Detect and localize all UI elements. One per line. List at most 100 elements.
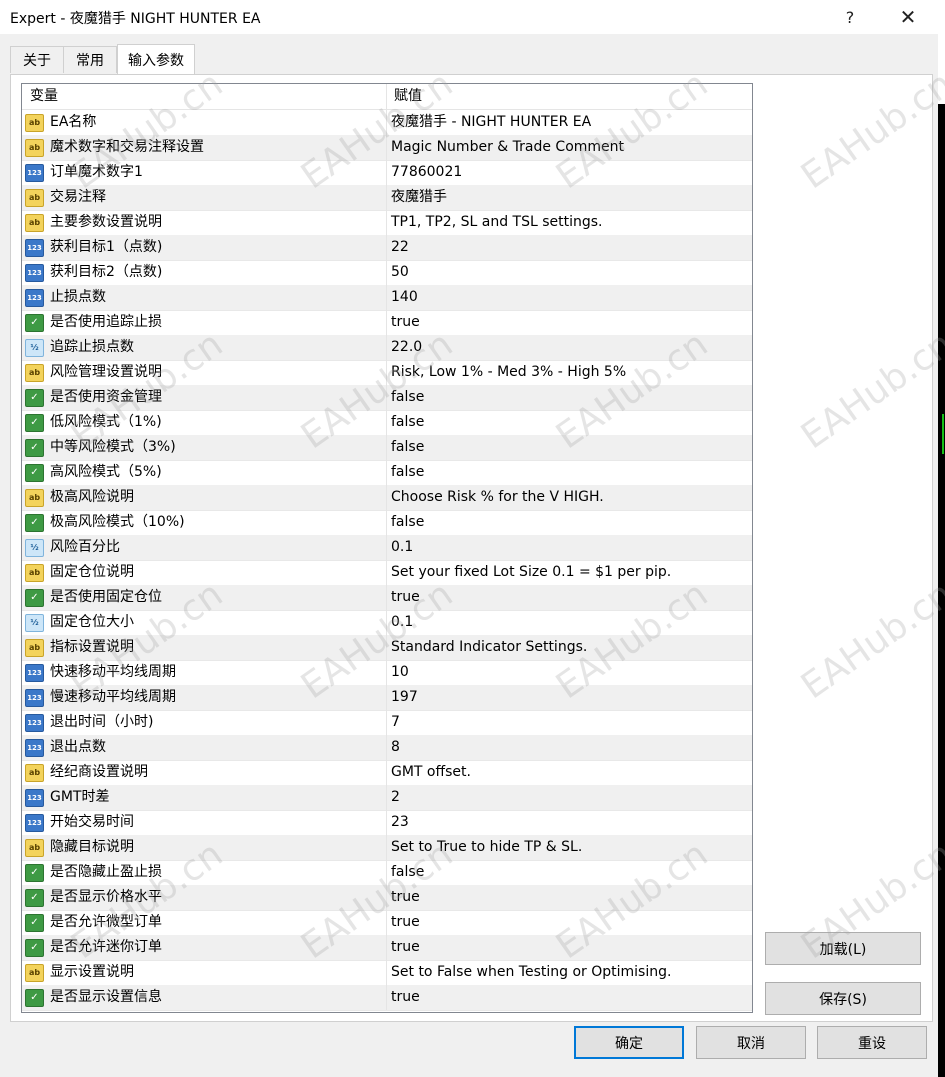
parameter-row[interactable]: ab 风险管理设置说明 Risk, Low 1% - Med 3% - High 5… [22,360,752,386]
parameter-value[interactable]: true [391,885,420,910]
parameter-value[interactable]: 夜魔猎手 [391,185,447,210]
parameter-name: 指标设置说明 [50,639,134,655]
parameters-grid[interactable]: 变量 赋值 ab EA名称 夜魔猎手 - NIGHT HUNTER EA ab 魔术数… [21,83,753,1013]
parameter-row[interactable]: ab 经纪商设置说明 GMT offset. [22,760,752,786]
parameter-value[interactable]: 10 [391,660,409,685]
parameter-row[interactable]: 123 订单魔术数字1 77860021 [22,160,752,186]
parameter-row[interactable]: ab 显示设置说明 Set to False when Testing or Opt… [22,960,752,986]
integer-type-icon: 123 [25,264,44,282]
load-button[interactable]: 加载(L) [765,932,921,965]
parameter-value[interactable]: false [391,435,424,460]
parameter-value[interactable]: 8 [391,735,400,760]
parameter-row[interactable]: ab 指标设置说明 Standard Indicator Settings. [22,635,752,661]
parameter-value[interactable]: Set your fixed Lot Size 0.1 = $1 per pip… [391,560,671,585]
column-header-variable[interactable]: 变量 [30,84,58,109]
parameter-value[interactable]: GMT offset. [391,760,471,785]
parameter-value[interactable]: Risk, Low 1% - Med 3% - High 5% [391,360,626,385]
parameter-value[interactable]: true [391,985,420,1010]
parameter-row[interactable]: ✓ 是否允许迷你订单 true [22,935,752,961]
parameter-name: 是否隐藏止盈止损 [50,864,162,880]
boolean-type-icon: ✓ [25,439,44,457]
parameter-row[interactable]: ab 交易注释 夜魔猎手 [22,185,752,211]
parameter-row[interactable]: ✓ 高风险模式（5%) false [22,460,752,486]
boolean-type-icon: ✓ [25,989,44,1007]
help-button[interactable]: ? [830,4,870,30]
parameter-row[interactable]: ✓ 是否使用资金管理 false [22,385,752,411]
parameter-row[interactable]: ab EA名称 夜魔猎手 - NIGHT HUNTER EA [22,110,752,136]
parameter-row[interactable]: 123 止损点数 140 [22,285,752,311]
save-button[interactable]: 保存(S) [765,982,921,1015]
grid-header: 变量 赋值 [22,84,752,110]
parameter-value[interactable]: 7 [391,710,400,735]
parameter-row[interactable]: ½ 固定仓位大小 0.1 [22,610,752,636]
parameter-value[interactable]: Magic Number & Trade Comment [391,135,624,160]
parameter-value[interactable]: 22.0 [391,335,422,360]
parameter-row[interactable]: ab 魔术数字和交易注释设置 Magic Number & Trade Commen… [22,135,752,161]
parameter-row[interactable]: ✓ 是否允许微型订单 true [22,910,752,936]
parameter-row[interactable]: ✓ 中等风险模式（3%) false [22,435,752,461]
parameter-value[interactable]: true [391,310,420,335]
parameter-row[interactable]: 123 获利目标2（点数) 50 [22,260,752,286]
parameter-name: 风险百分比 [50,539,120,555]
parameter-value[interactable]: true [391,585,420,610]
parameter-value[interactable]: 140 [391,285,418,310]
parameter-row[interactable]: 123 开始交易时间 23 [22,810,752,836]
parameter-row[interactable]: ab 极高风险说明 Choose Risk % for the V HIGH. [22,485,752,511]
parameter-name: 低风险模式（1%) [50,414,162,430]
tab-about[interactable]: 关于 [10,46,64,73]
parameter-value[interactable]: Set to True to hide TP & SL. [391,835,582,860]
reset-button[interactable]: 重设 [817,1026,927,1059]
boolean-type-icon: ✓ [25,314,44,332]
tab-common[interactable]: 常用 [63,46,117,73]
parameter-row[interactable]: ab 固定仓位说明 Set your fixed Lot Size 0.1 = $1… [22,560,752,586]
tab-input-parameters[interactable]: 输入参数 [117,44,195,74]
parameter-row[interactable]: ✓ 极高风险模式（10%) false [22,510,752,536]
parameter-row[interactable]: 123 退出点数 8 [22,735,752,761]
parameter-value[interactable]: 22 [391,235,409,260]
parameter-row[interactable]: 123 快速移动平均线周期 10 [22,660,752,686]
parameter-value[interactable]: true [391,935,420,960]
parameter-value[interactable]: Set to False when Testing or Optimising. [391,960,671,985]
parameter-value[interactable]: false [391,510,424,535]
parameter-row[interactable]: ab 主要参数设置说明 TP1, TP2, SL and TSL settings. [22,210,752,236]
parameter-row[interactable]: 123 退出时间（小时) 7 [22,710,752,736]
parameter-value[interactable]: TP1, TP2, SL and TSL settings. [391,210,603,235]
parameter-name: 退出点数 [50,739,106,755]
parameter-row[interactable]: ab 隐藏目标说明 Set to True to hide TP & SL. [22,835,752,861]
parameter-row[interactable]: ½ 追踪止损点数 22.0 [22,335,752,361]
parameter-name: 显示设置说明 [50,964,134,980]
parameter-row[interactable]: ✓ 是否显示设置信息 true [22,985,752,1011]
parameter-name: 是否允许迷你订单 [50,939,162,955]
parameter-value[interactable]: 77860021 [391,160,462,185]
parameter-value[interactable]: 夜魔猎手 - NIGHT HUNTER EA [391,110,591,135]
parameter-value[interactable]: 23 [391,810,409,835]
parameter-value[interactable]: false [391,385,424,410]
parameter-value[interactable]: false [391,410,424,435]
parameter-value[interactable]: false [391,460,424,485]
parameter-row[interactable]: ✓ 是否使用固定仓位 true [22,585,752,611]
parameter-row[interactable]: 123 GMT时差 2 [22,785,752,811]
parameter-row[interactable]: 123 获利目标1（点数) 22 [22,235,752,261]
parameter-value[interactable]: 50 [391,260,409,285]
parameter-value[interactable]: Standard Indicator Settings. [391,635,587,660]
column-header-value[interactable]: 赋值 [394,84,422,109]
parameter-name: 是否使用资金管理 [50,389,162,405]
ok-button[interactable]: 确定 [574,1026,684,1059]
parameter-name: 风险管理设置说明 [50,364,162,380]
parameter-name: 隐藏目标说明 [50,839,134,855]
parameter-value[interactable]: true [391,910,420,935]
parameter-row[interactable]: 123 慢速移动平均线周期 197 [22,685,752,711]
parameter-row[interactable]: ½ 风险百分比 0.1 [22,535,752,561]
parameter-value[interactable]: 2 [391,785,400,810]
parameter-value[interactable]: 0.1 [391,535,413,560]
parameter-row[interactable]: ✓ 低风险模式（1%) false [22,410,752,436]
parameter-value[interactable]: 0.1 [391,610,413,635]
cancel-button[interactable]: 取消 [696,1026,806,1059]
parameter-row[interactable]: ✓ 是否使用追踪止损 true [22,310,752,336]
parameter-row[interactable]: ✓ 是否隐藏止盈止损 false [22,860,752,886]
parameter-value[interactable]: false [391,860,424,885]
parameter-row[interactable]: ✓ 是否显示价格水平 true [22,885,752,911]
close-button[interactable]: ✕ [888,4,928,30]
parameter-value[interactable]: 197 [391,685,418,710]
parameter-value[interactable]: Choose Risk % for the V HIGH. [391,485,604,510]
